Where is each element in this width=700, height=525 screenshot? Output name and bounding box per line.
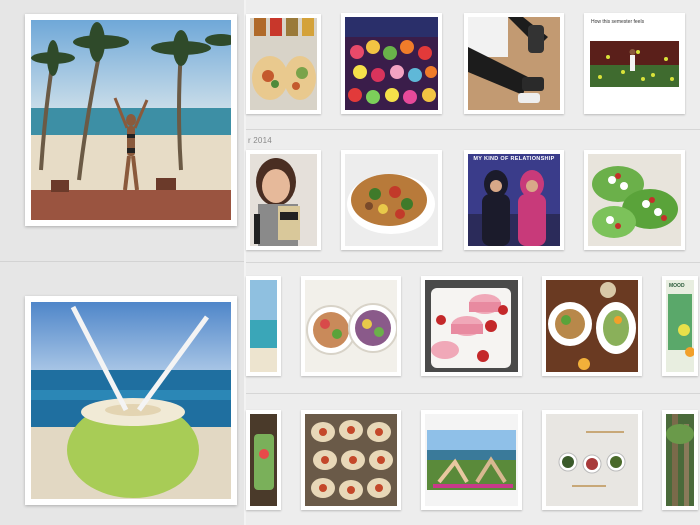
beach-palm-image (31, 20, 231, 220)
photo-tile-boats[interactable] (301, 410, 401, 510)
featured-photo-beach[interactable] (25, 14, 237, 226)
photo-tile-yoga[interactable] (421, 410, 522, 510)
taco-boats-image (305, 414, 397, 506)
photo-tile-dessert[interactable] (421, 276, 522, 376)
photo-tile-pizza[interactable] (341, 150, 442, 250)
tacos-spices-image (250, 18, 317, 110)
strawberry-dessert-image (425, 280, 518, 372)
beach-strip-image (250, 280, 277, 372)
row-separator (246, 393, 700, 394)
photo-tile-relationship-meme[interactable]: MY KIND OF RELATIONSHIP (464, 150, 564, 250)
yoga-pose-image (425, 414, 518, 506)
green-juice-image: MOOD (666, 280, 694, 372)
meme-caption: MY KIND OF RELATIONSHIP (473, 156, 555, 162)
photo-tile-bowls[interactable] (301, 276, 401, 376)
smoothie-jar-image (250, 414, 277, 506)
featured-photo-coconut[interactable] (25, 296, 237, 505)
meal-plates-image (546, 280, 638, 372)
photo-tile-cups[interactable] (542, 410, 642, 510)
photo-gallery: r 2014 How this semester feels MY KIND O… (0, 0, 700, 525)
photo-tile-beach-partial[interactable] (246, 276, 281, 376)
row-separator (246, 262, 700, 263)
carton-label: MOOD (669, 283, 685, 289)
workout-shoes-image (468, 17, 560, 110)
month-label: r 2014 (248, 136, 272, 145)
coconut-drink-image (31, 302, 231, 499)
veggie-flatbread-image (345, 154, 438, 246)
photo-tile-tennis[interactable]: How this semester feels (584, 13, 685, 114)
selfie-product-image (250, 154, 317, 246)
row-separator (246, 129, 700, 130)
photo-tile-market[interactable] (341, 13, 442, 114)
photo-tile-selfie[interactable] (246, 150, 321, 250)
relationship-meme-image: MY KIND OF RELATIONSHIP (468, 154, 560, 246)
photo-tile-carton-partial[interactable]: MOOD (662, 276, 698, 376)
smoothie-cups-image (546, 414, 638, 506)
photo-tile-tacos[interactable] (246, 14, 321, 114)
photo-tile-salad[interactable] (584, 150, 685, 250)
photo-tile-plates[interactable] (542, 276, 642, 376)
forest-image (666, 414, 694, 506)
photo-tile-forest-partial[interactable] (662, 410, 698, 510)
poke-bowls-image (305, 280, 397, 372)
photo-tile-jar-partial[interactable] (246, 410, 281, 510)
lettuce-wraps-image (588, 154, 681, 246)
tennis-meme-image: How this semester feels (588, 17, 681, 110)
fruit-market-image (345, 17, 438, 110)
photo-tile-sneakers[interactable] (464, 13, 564, 114)
